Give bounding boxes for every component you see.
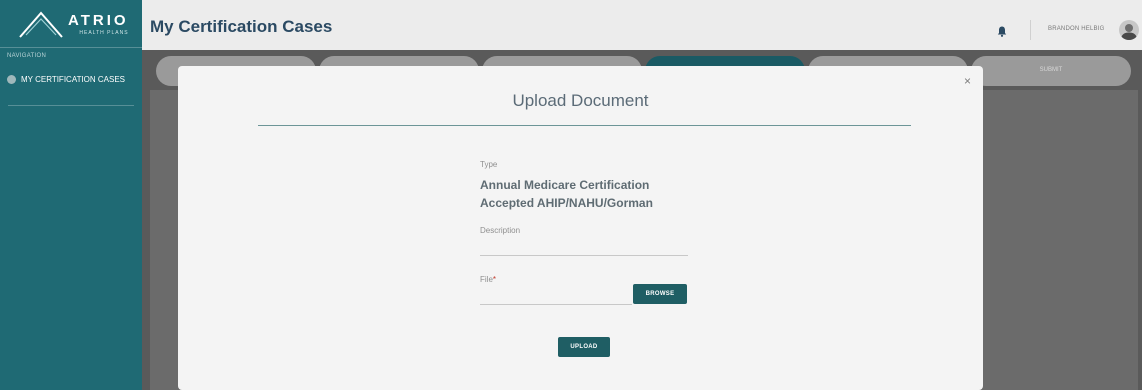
atrio-logo[interactable]: ATRIO HEALTH PLANS	[0, 0, 142, 47]
nav-dot-icon	[7, 75, 16, 84]
required-marker: *	[492, 275, 497, 284]
sidebar-divider	[8, 105, 134, 106]
nav-section-label: NAVIGATION	[7, 53, 47, 59]
step-submit[interactable]: SUBMIT	[971, 56, 1131, 86]
type-value-line-1: Annual Medicare Certification	[480, 178, 650, 192]
upload-button[interactable]: UPLOAD	[558, 337, 610, 357]
page-title: My Certification Cases	[150, 17, 333, 36]
file-label: File*	[480, 275, 496, 284]
close-icon[interactable]: ×	[964, 74, 971, 88]
sidebar-divider	[0, 47, 142, 48]
type-value-line-2: Accepted AHIP/NAHU/Gorman	[480, 196, 653, 210]
header: My Certification Cases BRANDON HELBIG	[142, 0, 1142, 50]
modal-divider	[258, 125, 911, 126]
sidebar: ATRIO HEALTH PLANS NAVIGATION MY CERTIFI…	[0, 0, 142, 390]
logo-text: ATRIO	[68, 11, 129, 29]
upload-document-modal: × Upload Document Type Annual Medicare C…	[178, 66, 983, 390]
browse-button[interactable]: BROWSE	[633, 284, 687, 304]
type-value: Annual Medicare Certification Accepted A…	[480, 176, 780, 212]
description-input[interactable]	[480, 238, 688, 256]
file-input[interactable]	[480, 287, 632, 305]
sidebar-item-label: MY CERTIFICATION CASES	[21, 75, 126, 84]
logo-subtext: HEALTH PLANS	[79, 29, 129, 36]
atrio-logo-icon	[19, 10, 63, 38]
bell-icon[interactable]	[997, 24, 1007, 42]
description-label: Description	[480, 226, 521, 235]
file-label-text: File	[480, 275, 493, 284]
sidebar-item-my-certification-cases[interactable]: MY CERTIFICATION CASES	[7, 75, 125, 84]
step-label: SUBMIT	[1039, 67, 1063, 73]
user-name[interactable]: BRANDON HELBIG	[1048, 26, 1104, 32]
header-divider	[1030, 20, 1031, 40]
type-label: Type	[480, 160, 498, 169]
modal-title: Upload Document	[512, 91, 649, 110]
avatar[interactable]	[1119, 20, 1139, 40]
